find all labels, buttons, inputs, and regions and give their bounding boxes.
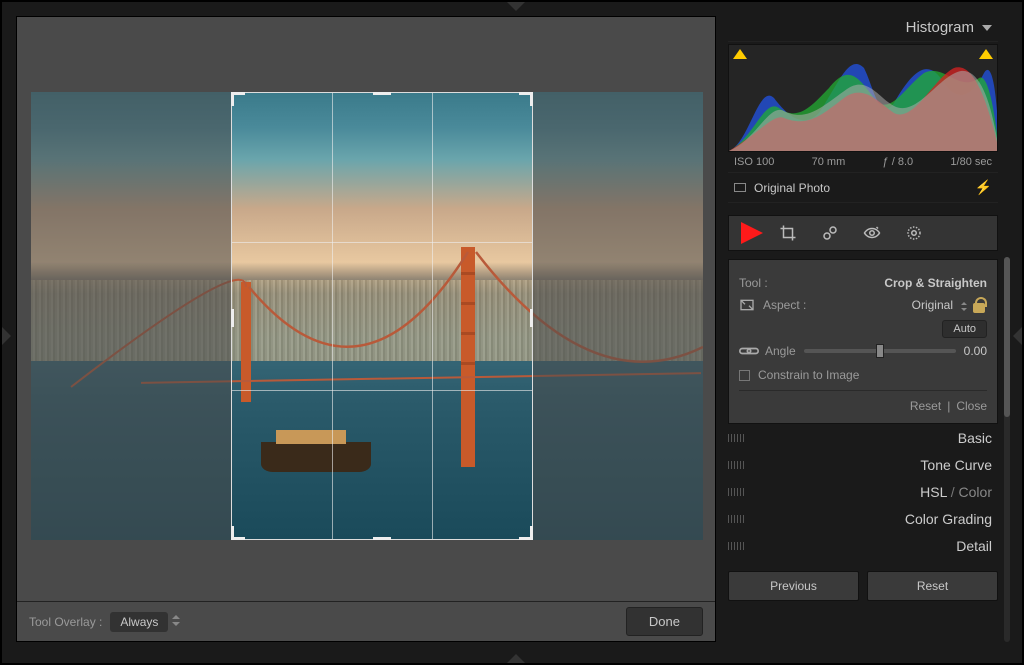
panel-detail-label: Detail: [956, 538, 992, 554]
grip-icon: [728, 461, 744, 469]
original-photo-row[interactable]: Original Photo ⚡: [728, 172, 998, 203]
crop-panel: Tool : Crop & Straighten Aspect : Origin…: [728, 259, 998, 424]
histogram-header[interactable]: Histogram: [728, 14, 998, 42]
collapse-top-icon[interactable]: [507, 2, 525, 11]
panel-detail[interactable]: Detail: [728, 532, 998, 559]
crop-handle-mt[interactable]: [373, 92, 391, 95]
angle-value: 0.00: [964, 344, 987, 358]
app-frame: Tool Overlay : Always Done Histogram ISO…: [0, 0, 1024, 665]
auto-angle-button[interactable]: Auto: [942, 320, 987, 338]
crop-handle-tl[interactable]: [231, 92, 245, 106]
panel-tone-label: Tone Curve: [920, 457, 992, 473]
reset-button[interactable]: Reset: [867, 571, 998, 601]
collapse-left-icon[interactable]: [2, 327, 11, 345]
previous-button[interactable]: Previous: [728, 571, 859, 601]
annotation-arrow-icon: [741, 222, 763, 244]
original-photo-label: Original Photo: [754, 181, 830, 195]
crop-reset-link[interactable]: Reset: [910, 399, 941, 413]
grip-icon: [728, 515, 744, 523]
crop-dim-left: [31, 92, 231, 540]
tool-value: Crop & Straighten: [884, 276, 987, 290]
aspect-select[interactable]: Original: [912, 298, 965, 312]
crop-close-link[interactable]: Close: [956, 399, 987, 413]
scrollbar-thumb[interactable]: [1004, 257, 1010, 417]
crop-tool-icon[interactable]: [779, 224, 797, 242]
aspect-label: Aspect :: [763, 298, 806, 312]
angle-slider[interactable]: [804, 349, 956, 353]
tool-overlay-select[interactable]: Always: [110, 612, 168, 632]
tool-overlay-label: Tool Overlay :: [29, 615, 102, 629]
crop-handle-ml[interactable]: [231, 309, 234, 327]
panel-hsl-color[interactable]: HSL / Color: [728, 478, 998, 505]
crop-handle-mr[interactable]: [530, 309, 533, 327]
photo-canvas[interactable]: [31, 92, 703, 540]
main-view: Tool Overlay : Always Done: [16, 16, 716, 642]
grip-icon: [728, 434, 744, 442]
heal-tool-icon[interactable]: [821, 224, 839, 242]
panel-color-label: Color: [959, 484, 992, 500]
main-bottom-bar: Tool Overlay : Always Done: [17, 601, 715, 641]
crop-handle-mb[interactable]: [373, 537, 391, 540]
crop-handle-bl[interactable]: [231, 526, 245, 540]
crop-handle-tr[interactable]: [519, 92, 533, 106]
done-button[interactable]: Done: [626, 607, 703, 636]
crop-rectangle[interactable]: [231, 92, 533, 540]
aspect-icon[interactable]: [739, 297, 755, 313]
histogram-label: Histogram: [906, 19, 974, 36]
collapse-right-icon[interactable]: [1013, 327, 1022, 345]
panel-hsl-label: HSL: [920, 484, 947, 500]
exif-shutter: 1/80 sec: [950, 156, 992, 168]
mask-tool-icon[interactable]: [905, 224, 923, 242]
grip-icon: [728, 488, 744, 496]
constrain-checkbox[interactable]: [739, 370, 750, 381]
panel-basic[interactable]: Basic: [728, 424, 998, 451]
grip-icon: [728, 542, 744, 550]
right-panel: Histogram ISO 100 70 mm ƒ / 8.0 1/80 sec…: [728, 14, 998, 642]
panel-color-grading[interactable]: Color Grading: [728, 505, 998, 532]
flash-icon[interactable]: ⚡: [975, 179, 992, 196]
crop-dim-right: [533, 92, 703, 540]
panel-grading-label: Color Grading: [905, 511, 992, 527]
histogram[interactable]: [728, 44, 998, 152]
tool-strip: [728, 215, 998, 251]
original-photo-icon: [734, 183, 746, 192]
right-scrollbar[interactable]: [1004, 257, 1010, 642]
exif-aperture: ƒ / 8.0: [883, 156, 914, 168]
level-icon[interactable]: [739, 344, 759, 358]
histogram-curves: [729, 44, 998, 151]
crop-handle-br[interactable]: [519, 526, 533, 540]
tool-label: Tool :: [739, 276, 768, 290]
constrain-label: Constrain to Image: [758, 368, 859, 382]
panel-tone-curve[interactable]: Tone Curve: [728, 451, 998, 478]
collapse-bottom-icon[interactable]: [507, 654, 525, 663]
exif-iso: ISO 100: [734, 156, 774, 168]
exif-focal: 70 mm: [812, 156, 846, 168]
panel-basic-label: Basic: [958, 430, 992, 446]
redeye-tool-icon[interactable]: [863, 224, 881, 242]
exif-bar: ISO 100 70 mm ƒ / 8.0 1/80 sec: [728, 152, 998, 172]
chevron-down-icon: [982, 25, 992, 31]
angle-label: Angle: [765, 344, 796, 358]
aspect-lock-icon[interactable]: [971, 296, 987, 314]
